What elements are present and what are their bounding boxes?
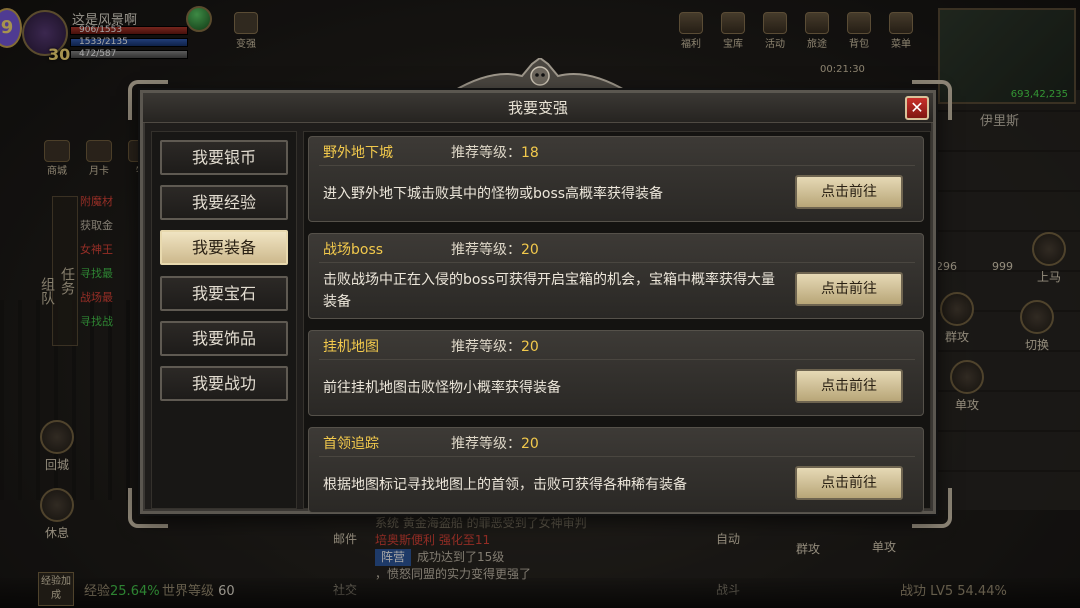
dialog-title: 我要变强 xyxy=(143,93,933,123)
list-item: 战场boss 推荐等级：20 击败战场中正在入侵的boss可获得开启宝箱的机会，… xyxy=(308,233,924,319)
rec-label: 推荐等级： xyxy=(451,339,521,355)
list-item: 野外地下城 推荐等级：18 进入野外地下城击败其中的怪物或boss高概率获得装备… xyxy=(308,136,924,222)
skull-crest-icon xyxy=(452,58,628,93)
divider xyxy=(319,359,915,360)
entry-description: 击败战场中正在入侵的boss可获得开启宝箱的机会，宝箱中概率获得大量装备 xyxy=(323,268,783,314)
entry-description-text: 进入野外地下城击败其中的怪物或boss高概率获得装备 xyxy=(323,186,664,202)
tab-accessories[interactable]: 我要饰品 xyxy=(160,321,288,356)
entry-description-text: 前往挂机地图击败怪物小概率获得装备 xyxy=(323,380,561,396)
tab-equipment[interactable]: 我要装备 xyxy=(160,230,288,265)
recommended-level: 推荐等级：20 xyxy=(451,239,539,259)
become-stronger-dialog: 我要变强 ✕ 我要银币 我要经验 我要装备 我要宝石 我要饰品 我要战功 野外地… xyxy=(140,90,936,514)
recommended-level: 推荐等级：20 xyxy=(451,336,539,356)
tab-gems[interactable]: 我要宝石 xyxy=(160,276,288,311)
rec-label: 推荐等级： xyxy=(451,242,521,258)
rec-label: 推荐等级： xyxy=(451,145,521,161)
entry-title: 首领追踪 xyxy=(323,436,379,452)
entry-description: 进入野外地下城击败其中的怪物或boss高概率获得装备 xyxy=(323,171,783,217)
divider xyxy=(319,165,915,166)
go-button[interactable]: 点击前往 xyxy=(795,466,903,500)
category-sidebar: 我要银币 我要经验 我要装备 我要宝石 我要饰品 我要战功 xyxy=(151,131,297,509)
rec-value: 20 xyxy=(521,436,539,452)
entry-title: 战场boss xyxy=(323,242,384,258)
entry-list: 野外地下城 推荐等级：18 进入野外地下城击败其中的怪物或boss高概率获得装备… xyxy=(303,131,931,513)
recommended-level: 推荐等级：20 xyxy=(451,433,539,453)
tab-merit[interactable]: 我要战功 xyxy=(160,366,288,401)
entry-description: 根据地图标记寻找地图上的首领，击败可获得各种稀有装备 xyxy=(323,462,783,508)
entry-description-text: 根据地图标记寻找地图上的首领，击败可获得各种稀有装备 xyxy=(323,477,687,493)
go-button[interactable]: 点击前往 xyxy=(795,369,903,403)
recommended-level: 推荐等级：18 xyxy=(451,142,539,162)
divider xyxy=(319,262,915,263)
entry-description-text: 击败战场中正在入侵的boss可获得开启宝箱的机会，宝箱中概率获得大量装备 xyxy=(323,272,776,310)
rec-value: 18 xyxy=(521,145,539,161)
entry-title: 挂机地图 xyxy=(323,339,379,355)
list-item: 挂机地图 推荐等级：20 前往挂机地图击败怪物小概率获得装备 点击前往 xyxy=(308,330,924,416)
rec-value: 20 xyxy=(521,339,539,355)
tab-silver[interactable]: 我要银币 xyxy=(160,140,288,175)
go-button[interactable]: 点击前往 xyxy=(795,272,903,306)
entry-description: 前往挂机地图击败怪物小概率获得装备 xyxy=(323,365,783,411)
divider xyxy=(319,456,915,457)
rec-value: 20 xyxy=(521,242,539,258)
rec-label: 推荐等级： xyxy=(451,436,521,452)
close-button[interactable]: ✕ xyxy=(905,96,929,120)
go-button[interactable]: 点击前往 xyxy=(795,175,903,209)
tab-experience[interactable]: 我要经验 xyxy=(160,185,288,220)
list-item: 首领追踪 推荐等级：20 根据地图标记寻找地图上的首领，击败可获得各种稀有装备 … xyxy=(308,427,924,513)
entry-title: 野外地下城 xyxy=(323,145,393,161)
